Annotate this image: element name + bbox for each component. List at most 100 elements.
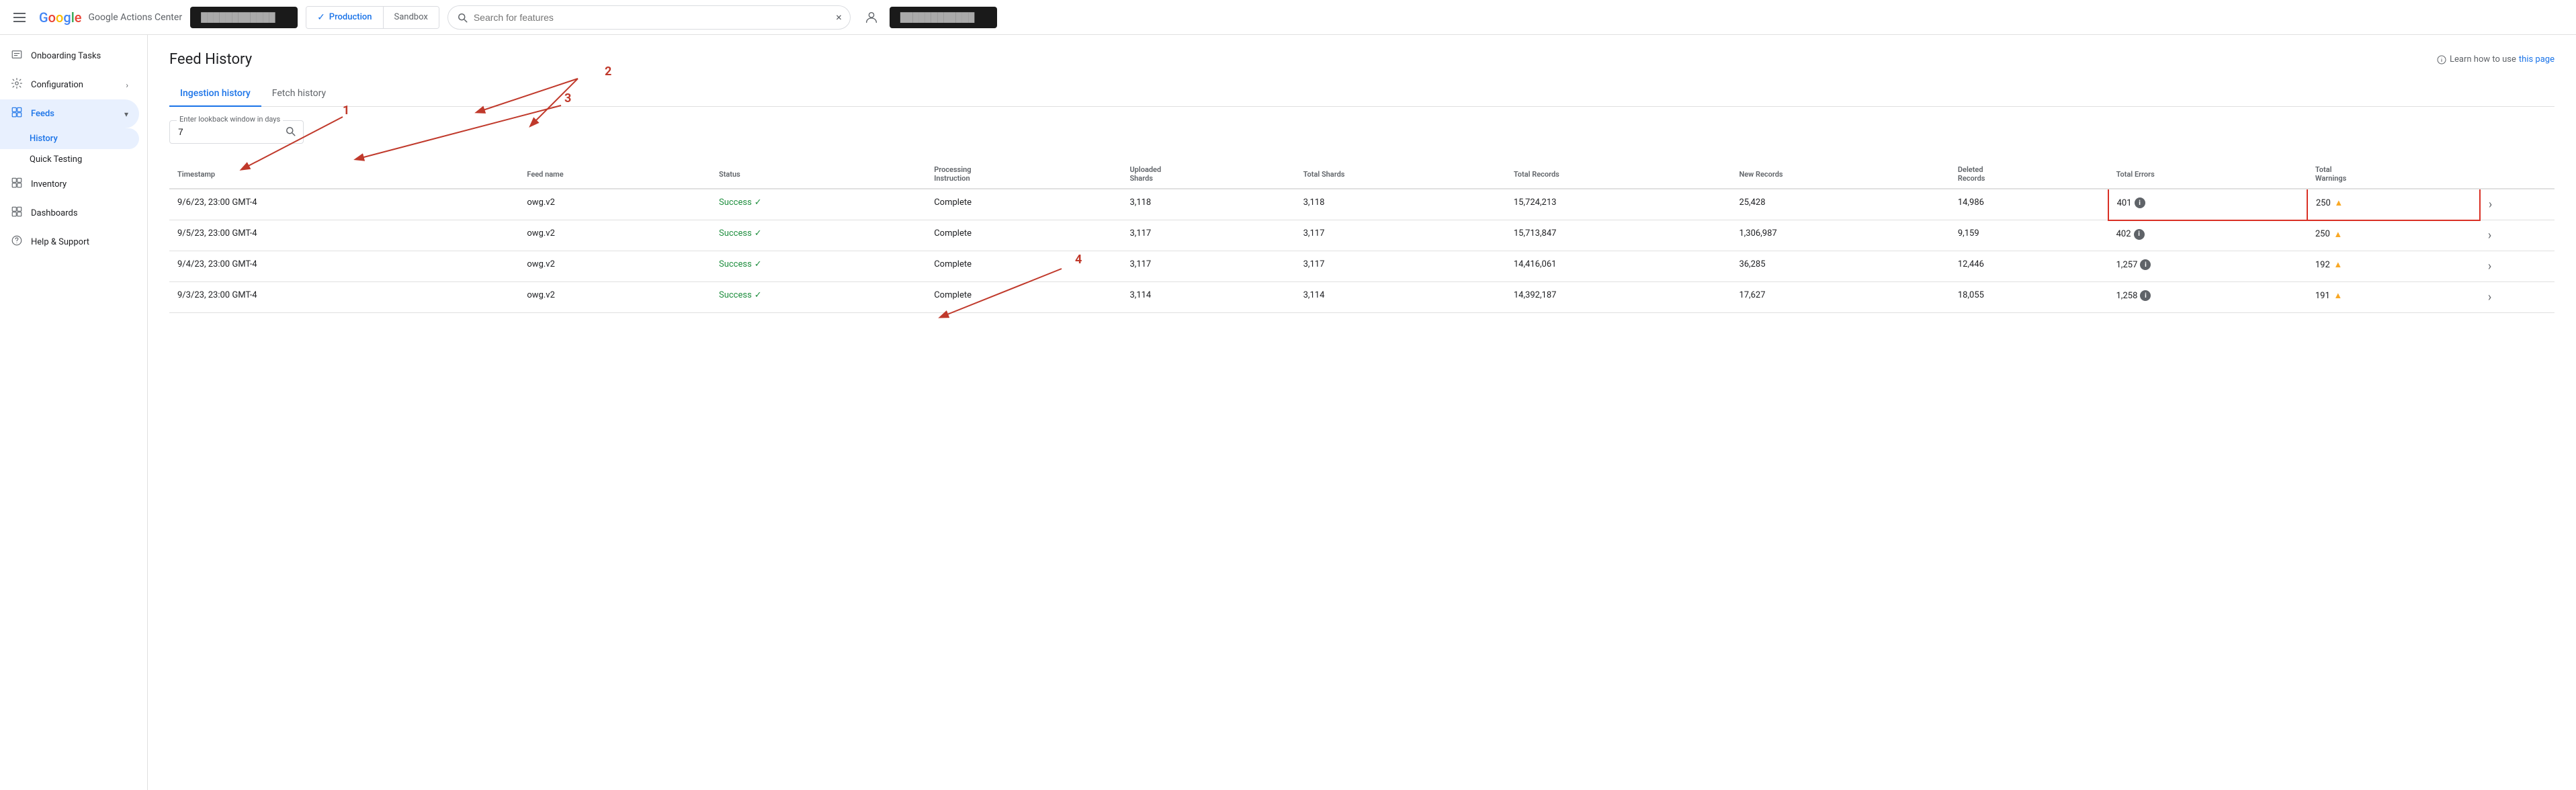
- cell-feed-name: owg.v2: [519, 251, 711, 282]
- th-uploaded-shards: UploadedShards: [1121, 160, 1295, 189]
- cell-total-errors: 1,257 i: [2108, 251, 2307, 282]
- row-arrow-button[interactable]: ›: [2488, 228, 2491, 243]
- clear-search-button[interactable]: ×: [836, 11, 842, 24]
- cell-uploaded-shards: 3,117: [1121, 220, 1295, 251]
- sandbox-tab-label: Sandbox: [394, 12, 428, 22]
- th-total-errors: Total Errors: [2108, 160, 2307, 189]
- sidebar-item-onboarding[interactable]: Onboarding Tasks: [0, 42, 139, 71]
- cell-uploaded-shards: 3,114: [1121, 282, 1295, 313]
- lookback-input-wrap: Enter lookback window in days: [169, 120, 304, 144]
- warning-icon: ▲: [2333, 259, 2344, 270]
- sidebar: Onboarding Tasks Configuration › Feeds ▾…: [0, 35, 148, 790]
- warning-icon: ▲: [2333, 229, 2344, 240]
- cell-processing-instruction: Complete: [926, 251, 1121, 282]
- top-right-account[interactable]: ████████████: [890, 7, 997, 28]
- lookback-search-icon[interactable]: [284, 125, 296, 140]
- sidebar-item-feeds-label: Feeds: [31, 109, 54, 119]
- tab-fetch-history[interactable]: Fetch history: [261, 81, 337, 107]
- page-header: Feed History Learn how to use this page: [169, 51, 2554, 68]
- this-page-link[interactable]: this page: [2519, 54, 2554, 64]
- cell-action: ›: [2480, 251, 2554, 282]
- cell-total-records: 15,724,213: [1506, 189, 1731, 220]
- error-info-icon: i: [2135, 198, 2145, 208]
- table-row: 9/5/23, 23:00 GMT-4owg.v2Success ✓Comple…: [169, 220, 2554, 251]
- sidebar-sub-item-history[interactable]: History: [0, 128, 139, 149]
- row-arrow-button[interactable]: ›: [2488, 290, 2491, 304]
- cell-total-shards: 3,118: [1295, 189, 1506, 220]
- cell-status: Success ✓: [711, 282, 926, 313]
- env-tabs: ✓ Production Sandbox: [306, 6, 439, 29]
- sidebar-item-dashboards[interactable]: Dashboards: [0, 199, 139, 228]
- cell-status: Success ✓: [711, 189, 926, 220]
- tabs: Ingestion history Fetch history: [169, 81, 2554, 107]
- learn-link: Learn how to use this page: [2436, 54, 2554, 65]
- cell-deleted-records: 12,446: [1950, 251, 2108, 282]
- cell-feed-name: owg.v2: [519, 282, 711, 313]
- body-layout: Onboarding Tasks Configuration › Feeds ▾…: [0, 35, 2576, 790]
- cell-uploaded-shards: 3,117: [1121, 251, 1295, 282]
- lookback-label: Enter lookback window in days: [177, 115, 283, 124]
- cell-timestamp: 9/5/23, 23:00 GMT-4: [169, 220, 519, 251]
- th-status: Status: [711, 160, 926, 189]
- warnings-value: 250 ▲: [2316, 198, 2344, 208]
- sidebar-item-configuration[interactable]: Configuration ›: [0, 71, 139, 99]
- row-arrow-button[interactable]: ›: [2489, 198, 2492, 212]
- sandbox-tab[interactable]: Sandbox: [384, 7, 439, 28]
- cell-timestamp: 9/3/23, 23:00 GMT-4: [169, 282, 519, 313]
- cell-total-errors: 402 i: [2108, 220, 2307, 251]
- production-tab[interactable]: ✓ Production: [306, 7, 382, 28]
- sidebar-sub-item-history-label: History: [30, 134, 58, 144]
- search-bar: ×: [447, 5, 851, 30]
- cell-new-records: 36,285: [1731, 251, 1949, 282]
- profile-icon[interactable]: [864, 10, 879, 25]
- feed-history-table: Timestamp Feed name Status ProcessingIns…: [169, 160, 2554, 313]
- cell-timestamp: 9/4/23, 23:00 GMT-4: [169, 251, 519, 282]
- status-cell: Success ✓: [719, 259, 918, 269]
- page-title: Feed History: [169, 51, 252, 68]
- cell-uploaded-shards: 3,118: [1121, 189, 1295, 220]
- search-input[interactable]: [474, 12, 830, 23]
- info-circle-icon: [2436, 54, 2447, 65]
- cell-action: ›: [2480, 220, 2554, 251]
- warning-icon: ▲: [2333, 290, 2344, 301]
- cell-action: ›: [2480, 282, 2554, 313]
- search-icon: [456, 11, 468, 24]
- errors-value: 401 i: [2117, 198, 2145, 208]
- lookback-input[interactable]: [178, 126, 276, 137]
- sidebar-sub-item-quick-testing[interactable]: Quick Testing: [0, 149, 139, 170]
- inventory-icon: [11, 177, 23, 192]
- cell-total-records: 15,713,847: [1506, 220, 1731, 251]
- account-switcher[interactable]: ████████████: [190, 7, 298, 28]
- warnings-value: 191 ▲: [2315, 290, 2344, 301]
- sidebar-item-onboarding-label: Onboarding Tasks: [31, 51, 101, 61]
- cell-new-records: 1,306,987: [1731, 220, 1949, 251]
- tab-ingestion-history[interactable]: Ingestion history: [169, 81, 261, 107]
- sidebar-item-feeds[interactable]: Feeds ▾: [0, 99, 139, 128]
- cell-total-records: 14,416,061: [1506, 251, 1731, 282]
- main-content: 1 2 3 4 Feed History Learn how to use th…: [148, 35, 2576, 790]
- cell-deleted-records: 9,159: [1950, 220, 2108, 251]
- th-processing-instruction: ProcessingInstruction: [926, 160, 1121, 189]
- configuration-expand-icon: ›: [126, 81, 128, 90]
- menu-button[interactable]: [8, 7, 31, 28]
- cell-feed-name: owg.v2: [519, 189, 711, 220]
- status-cell: Success ✓: [719, 228, 918, 238]
- sidebar-item-inventory[interactable]: Inventory: [0, 170, 139, 199]
- dashboards-icon: [11, 206, 23, 221]
- sidebar-item-help-support[interactable]: Help & Support: [0, 228, 139, 257]
- warnings-value: 250 ▲: [2315, 229, 2344, 240]
- cell-timestamp: 9/6/23, 23:00 GMT-4: [169, 189, 519, 220]
- cell-total-warnings: 250 ▲: [2307, 189, 2480, 220]
- cell-total-shards: 3,117: [1295, 220, 1506, 251]
- cell-new-records: 25,428: [1731, 189, 1949, 220]
- help-icon: [11, 234, 23, 250]
- production-tab-label: Production: [329, 12, 372, 22]
- lookback-section: Enter lookback window in days: [169, 120, 2554, 144]
- row-arrow-button[interactable]: ›: [2488, 259, 2491, 273]
- onboarding-icon: [11, 48, 23, 64]
- warnings-value: 192 ▲: [2315, 259, 2344, 270]
- cell-total-warnings: 192 ▲: [2307, 251, 2480, 282]
- annotation-overlay: 1 2 3 4: [148, 35, 2576, 790]
- cell-processing-instruction: Complete: [926, 282, 1121, 313]
- th-new-records: New Records: [1731, 160, 1949, 189]
